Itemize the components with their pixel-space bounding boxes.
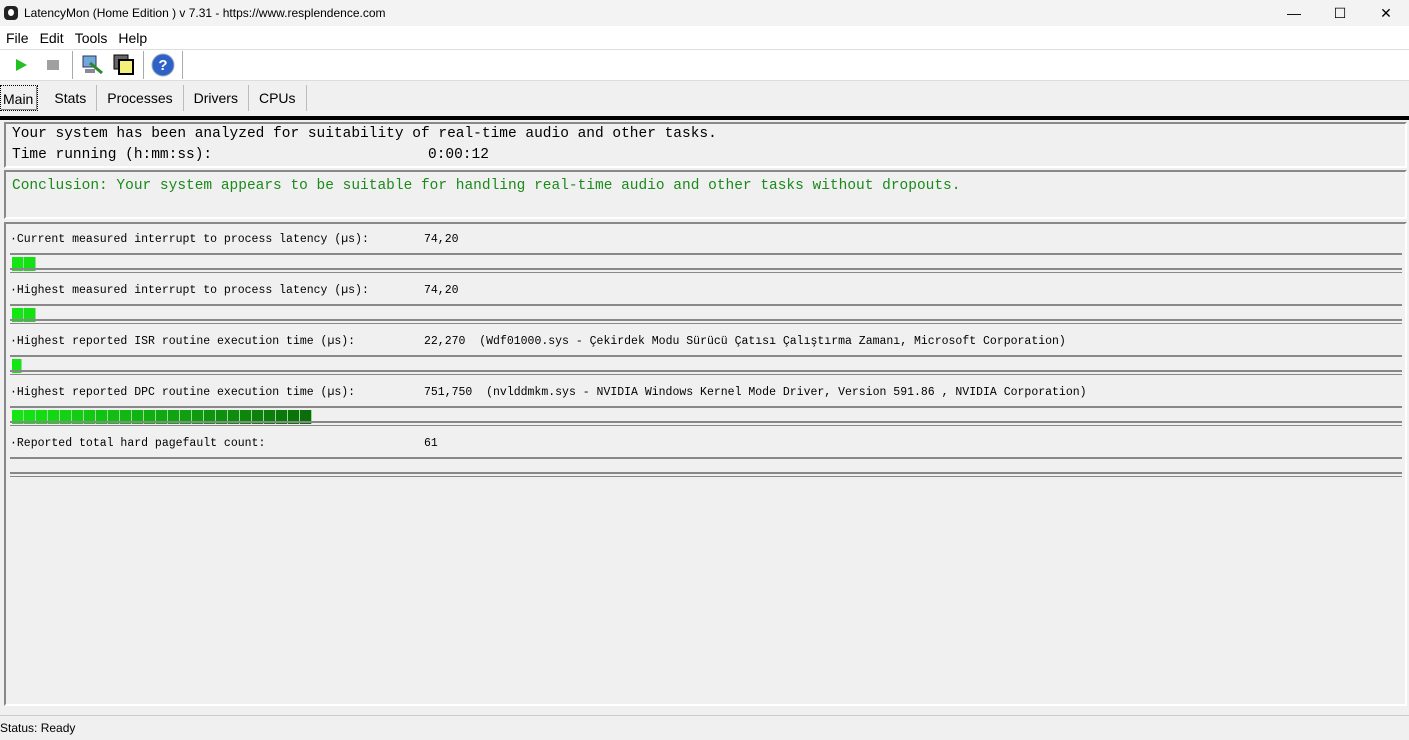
bar-segment: [12, 359, 22, 373]
tab-stats[interactable]: Stats: [44, 85, 98, 111]
latency-bar: [10, 253, 1402, 273]
metric-detail: (Wdf01000.sys - Çekirdek Modu Sürücü Çat…: [479, 335, 1066, 348]
toolbar-separator: [182, 51, 183, 79]
metric-label: ·Highest reported ISR routine execution …: [10, 335, 356, 348]
metric-detail: (nvlddmkm.sys - NVIDIA Windows Kernel Mo…: [486, 386, 1087, 399]
report-icon[interactable]: [79, 52, 105, 78]
metric-row: ·Highest reported DPC routine execution …: [10, 377, 1402, 428]
window-title: LatencyMon (Home Edition ) v 7.31 - http…: [24, 6, 386, 20]
divider: [0, 116, 1409, 120]
menu-edit[interactable]: Edit: [40, 30, 64, 46]
conclusion-panel: Conclusion: Your system appears to be su…: [4, 170, 1407, 219]
metric-value: 22,270 (Wdf01000.sys - Çekirdek Modu Sür…: [424, 335, 1066, 348]
tab-bar: Main Stats Processes Drivers CPUs: [0, 84, 307, 112]
bar-segment: [72, 410, 84, 424]
conclusion-text: Conclusion: Your system appears to be su…: [12, 178, 961, 194]
metric-label: ·Highest reported DPC routine execution …: [10, 386, 356, 399]
toolbar: ?: [0, 50, 1409, 81]
metrics-panel: ·Current measured interrupt to process l…: [4, 222, 1407, 706]
bar-segment: [156, 410, 168, 424]
app-icon: [4, 6, 18, 20]
stop-icon[interactable]: [40, 52, 66, 78]
bar-segment: [132, 410, 144, 424]
play-icon[interactable]: [8, 52, 34, 78]
tab-drivers[interactable]: Drivers: [184, 85, 249, 111]
minimize-button[interactable]: —: [1271, 0, 1317, 26]
bar-segment: [228, 410, 240, 424]
title-bar: LatencyMon (Home Edition ) v 7.31 - http…: [0, 0, 1409, 26]
latency-bar: [10, 406, 1402, 426]
bar-segment: [264, 410, 276, 424]
bar-segment: [60, 410, 72, 424]
bar-segment: [288, 410, 300, 424]
bar-segment: [12, 410, 24, 424]
maximize-button[interactable]: ☐: [1317, 0, 1363, 26]
metric-row: ·Highest reported ISR routine execution …: [10, 326, 1402, 377]
bar-segment: [24, 410, 36, 424]
metric-row: ·Highest measured interrupt to process l…: [10, 275, 1402, 326]
toolbar-separator: [143, 51, 144, 79]
metric-label: ·Current measured interrupt to process l…: [10, 233, 369, 246]
tab-processes[interactable]: Processes: [97, 85, 184, 111]
bar-segment: [24, 257, 36, 271]
svg-text:?: ?: [158, 57, 167, 74]
latency-bar: [10, 457, 1402, 477]
bar-segment: [216, 410, 228, 424]
bar-segment: [204, 410, 216, 424]
bar-segment: [96, 410, 108, 424]
help-icon[interactable]: ?: [150, 52, 176, 78]
bar-segment: [48, 410, 60, 424]
time-running-value: 0:00:12: [428, 147, 489, 163]
bar-segment: [180, 410, 192, 424]
bar-segment: [36, 410, 48, 424]
tab-main[interactable]: Main: [0, 85, 39, 111]
summary-panel: Your system has been analyzed for suitab…: [4, 122, 1407, 168]
bar-segment: [12, 308, 24, 322]
bar-segment: [144, 410, 156, 424]
bar-segment: [276, 410, 288, 424]
bar-segment: [252, 410, 264, 424]
bar-segment: [240, 410, 252, 424]
menu-bar: File Edit Tools Help: [0, 26, 1409, 50]
bar-segment: [192, 410, 204, 424]
metric-value: 751,750 (nvlddmkm.sys - NVIDIA Windows K…: [424, 386, 1087, 399]
menu-help[interactable]: Help: [118, 30, 147, 46]
metric-value: 74,20: [424, 284, 459, 297]
tab-cpus[interactable]: CPUs: [249, 85, 307, 111]
summary-text: Your system has been analyzed for suitab…: [12, 126, 717, 142]
menu-tools[interactable]: Tools: [75, 30, 108, 46]
status-bar: Status: Ready: [0, 715, 1409, 735]
windows-icon[interactable]: [111, 52, 137, 78]
bar-segment: [120, 410, 132, 424]
metric-value: 61: [424, 437, 438, 450]
latency-bar: [10, 355, 1402, 375]
close-button[interactable]: ✕: [1363, 0, 1409, 26]
metric-row: ·Current measured interrupt to process l…: [10, 224, 1402, 275]
metric-label: ·Highest measured interrupt to process l…: [10, 284, 369, 297]
time-running-label: Time running (h:mm:ss):: [12, 147, 213, 163]
metric-label: ·Reported total hard pagefault count:: [10, 437, 266, 450]
bar-segment: [24, 308, 36, 322]
bar-segment: [108, 410, 120, 424]
menu-file[interactable]: File: [6, 30, 29, 46]
metric-value: 74,20: [424, 233, 459, 246]
bar-segment: [300, 410, 312, 424]
latency-bar: [10, 304, 1402, 324]
metric-row: ·Reported total hard pagefault count: 61: [10, 428, 1402, 479]
toolbar-separator: [72, 51, 73, 79]
bar-segment: [84, 410, 96, 424]
bar-segment: [168, 410, 180, 424]
bar-segment: [12, 257, 24, 271]
